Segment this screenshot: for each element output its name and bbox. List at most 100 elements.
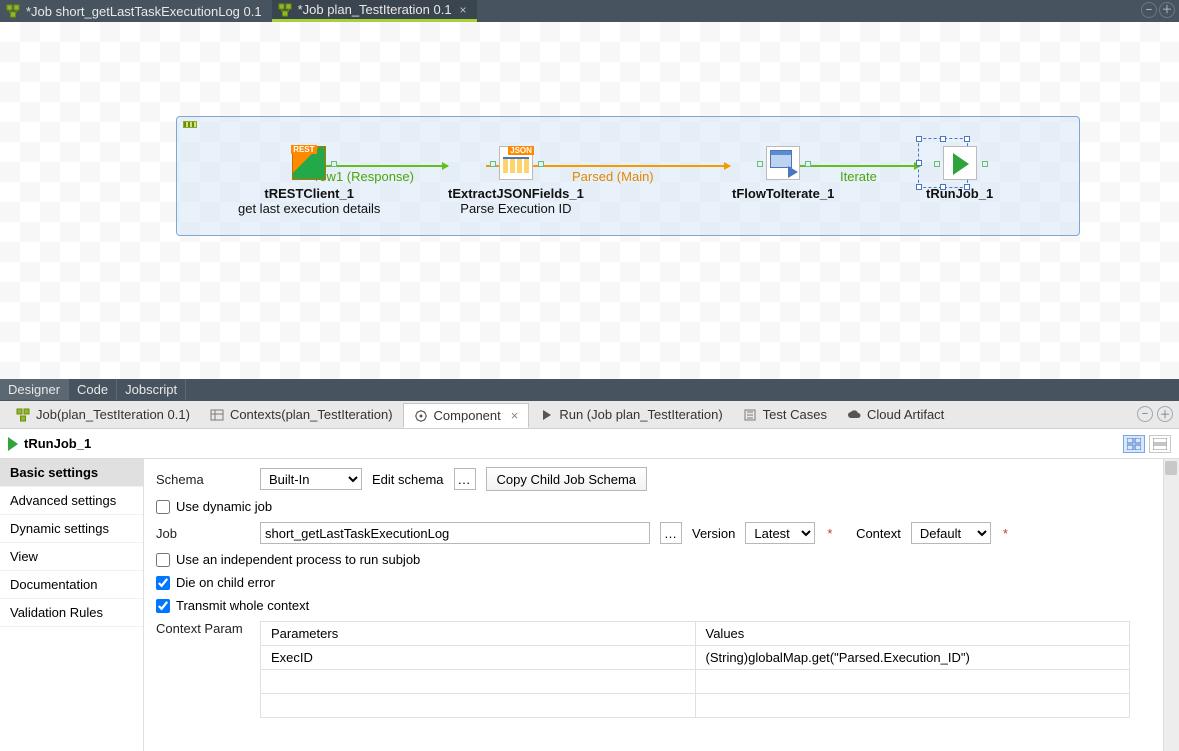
node-trunjob[interactable]: tRunJob_1 [926,146,993,201]
node-subtitle: Parse Execution ID [448,201,584,216]
tab-component[interactable]: Component × [403,403,530,428]
editor-tab-label: *Job short_getLastTaskExecutionLog 0.1 [26,4,262,19]
component-header: tRunJob_1 [0,429,1179,459]
component-form: Schema Built-In Edit schema … Copy Child… [144,459,1179,751]
tab-testcases[interactable]: Test Cases [733,403,837,426]
scrollbar-track[interactable] [1163,459,1179,751]
version-select[interactable]: Latest [745,522,815,544]
testcases-icon [743,408,757,422]
minimize-icon[interactable]: − [1137,406,1153,422]
job-icon [6,4,20,18]
mode-tab-designer[interactable]: Designer [0,379,69,400]
node-subtitle: get last execution details [238,201,380,216]
run-icon [943,146,977,180]
table-row[interactable]: ExecID (String)globalMap.get("Parsed.Exe… [261,646,1130,670]
flow-iterate-icon [766,146,800,180]
contexts-icon [210,408,224,422]
editor-tab-1[interactable]: *Job plan_TestIteration 0.1 × [272,0,477,22]
label-transmit: Transmit whole context [176,598,309,613]
tab-label: Component [434,408,501,423]
tab-label: Cloud Artifact [867,407,944,422]
tab-job[interactable]: Job(plan_TestIteration 0.1) [6,403,200,426]
node-trestclient[interactable]: tRESTClient_1 get last execution details [238,146,380,216]
connection-label: Iterate [840,169,877,184]
editor-mode-tabs: Designer Code Jobscript [0,379,1179,401]
label-die-on: Die on child error [176,575,275,590]
required-star: * [827,526,832,541]
side-tab-view[interactable]: View [0,543,143,571]
job-icon [278,3,292,17]
bottom-panel-tabs: Job(plan_TestIteration 0.1) Contexts(pla… [0,401,1179,429]
use-dynamic-job-checkbox[interactable] [156,500,170,514]
rest-icon [292,146,326,180]
transmit-context-checkbox[interactable] [156,599,170,613]
side-tab-validation[interactable]: Validation Rules [0,599,143,627]
json-icon [499,146,533,180]
component-body: Basic settings Advanced settings Dynamic… [0,459,1179,751]
label-use-dynamic: Use dynamic job [176,499,272,514]
component-icon [414,409,428,423]
close-icon[interactable]: × [460,3,467,17]
view-toggle-list[interactable] [1149,435,1171,453]
tab-cloud-artifact[interactable]: Cloud Artifact [837,403,954,426]
view-toggle-group [1123,435,1171,453]
designer-canvas[interactable]: row1 (Response) Parsed (Main) Iterate tR… [0,22,1179,379]
node-id: tExtractJSONFields_1 [448,186,584,201]
schema-select[interactable]: Built-In [260,468,362,490]
maximize-icon[interactable]: ＋ [1157,406,1173,422]
side-tab-dynamic[interactable]: Dynamic settings [0,515,143,543]
cloud-icon [847,408,861,422]
subjob-collapse-handle[interactable] [183,121,197,128]
side-tab-advanced[interactable]: Advanced settings [0,487,143,515]
node-tflowtoiterate[interactable]: tFlowToIterate_1 [732,146,834,201]
scrollbar-thumb[interactable] [1165,461,1177,475]
node-id: tRESTClient_1 [238,186,380,201]
connection-label: Parsed (Main) [572,169,654,184]
job-field[interactable] [260,522,650,544]
cell-value[interactable]: (String)globalMap.get("Parsed.Execution_… [695,646,1130,670]
side-tab-basic[interactable]: Basic settings [0,459,143,487]
editor-top-tabs: *Job short_getLastTaskExecutionLog 0.1 *… [0,0,1179,22]
minimize-icon[interactable]: − [1141,2,1157,18]
tab-contexts[interactable]: Contexts(plan_TestIteration) [200,403,403,426]
editor-tab-0[interactable]: *Job short_getLastTaskExecutionLog 0.1 [0,0,272,22]
tab-label: Test Cases [763,407,827,422]
context-select[interactable]: Default [911,522,991,544]
close-icon[interactable]: × [511,408,519,423]
table-header-parameters: Parameters [261,622,696,646]
side-tab-doc[interactable]: Documentation [0,571,143,599]
node-id: tRunJob_1 [926,186,993,201]
independent-process-checkbox[interactable] [156,553,170,567]
view-toggle-grid[interactable] [1123,435,1145,453]
mode-tab-jobscript[interactable]: Jobscript [117,379,186,400]
table-header-values: Values [695,622,1130,646]
browse-job-button[interactable]: … [660,522,682,544]
tab-label: Job(plan_TestIteration 0.1) [36,407,190,422]
tab-label: Contexts(plan_TestIteration) [230,407,393,422]
label-edit-schema: Edit schema [372,472,444,487]
play-icon [539,408,553,422]
copy-child-schema-button[interactable]: Copy Child Job Schema [486,467,647,491]
node-id: tFlowToIterate_1 [732,186,834,201]
tab-label: Run (Job plan_TestIteration) [559,407,722,422]
context-param-table[interactable]: Parameters Values ExecID (String)globalM… [260,621,1130,718]
label-job: Job [156,526,250,541]
maximize-icon[interactable]: ＋ [1159,2,1175,18]
run-icon [8,437,18,451]
label-context: Context [856,526,901,541]
label-independent: Use an independent process to run subjob [176,552,420,567]
die-on-child-error-checkbox[interactable] [156,576,170,590]
cell-param[interactable]: ExecID [261,646,696,670]
table-row[interactable] [261,670,1130,694]
job-icon [16,408,30,422]
node-textractjson[interactable]: tExtractJSONFields_1 Parse Execution ID [448,146,584,216]
component-side-tabs: Basic settings Advanced settings Dynamic… [0,459,144,751]
mode-tab-code[interactable]: Code [69,379,117,400]
edit-schema-button[interactable]: … [454,468,476,490]
table-row[interactable] [261,694,1130,718]
required-star: * [1003,526,1008,541]
label-schema: Schema [156,472,250,487]
label-version: Version [692,526,735,541]
component-title: tRunJob_1 [24,436,91,451]
tab-run[interactable]: Run (Job plan_TestIteration) [529,403,732,426]
